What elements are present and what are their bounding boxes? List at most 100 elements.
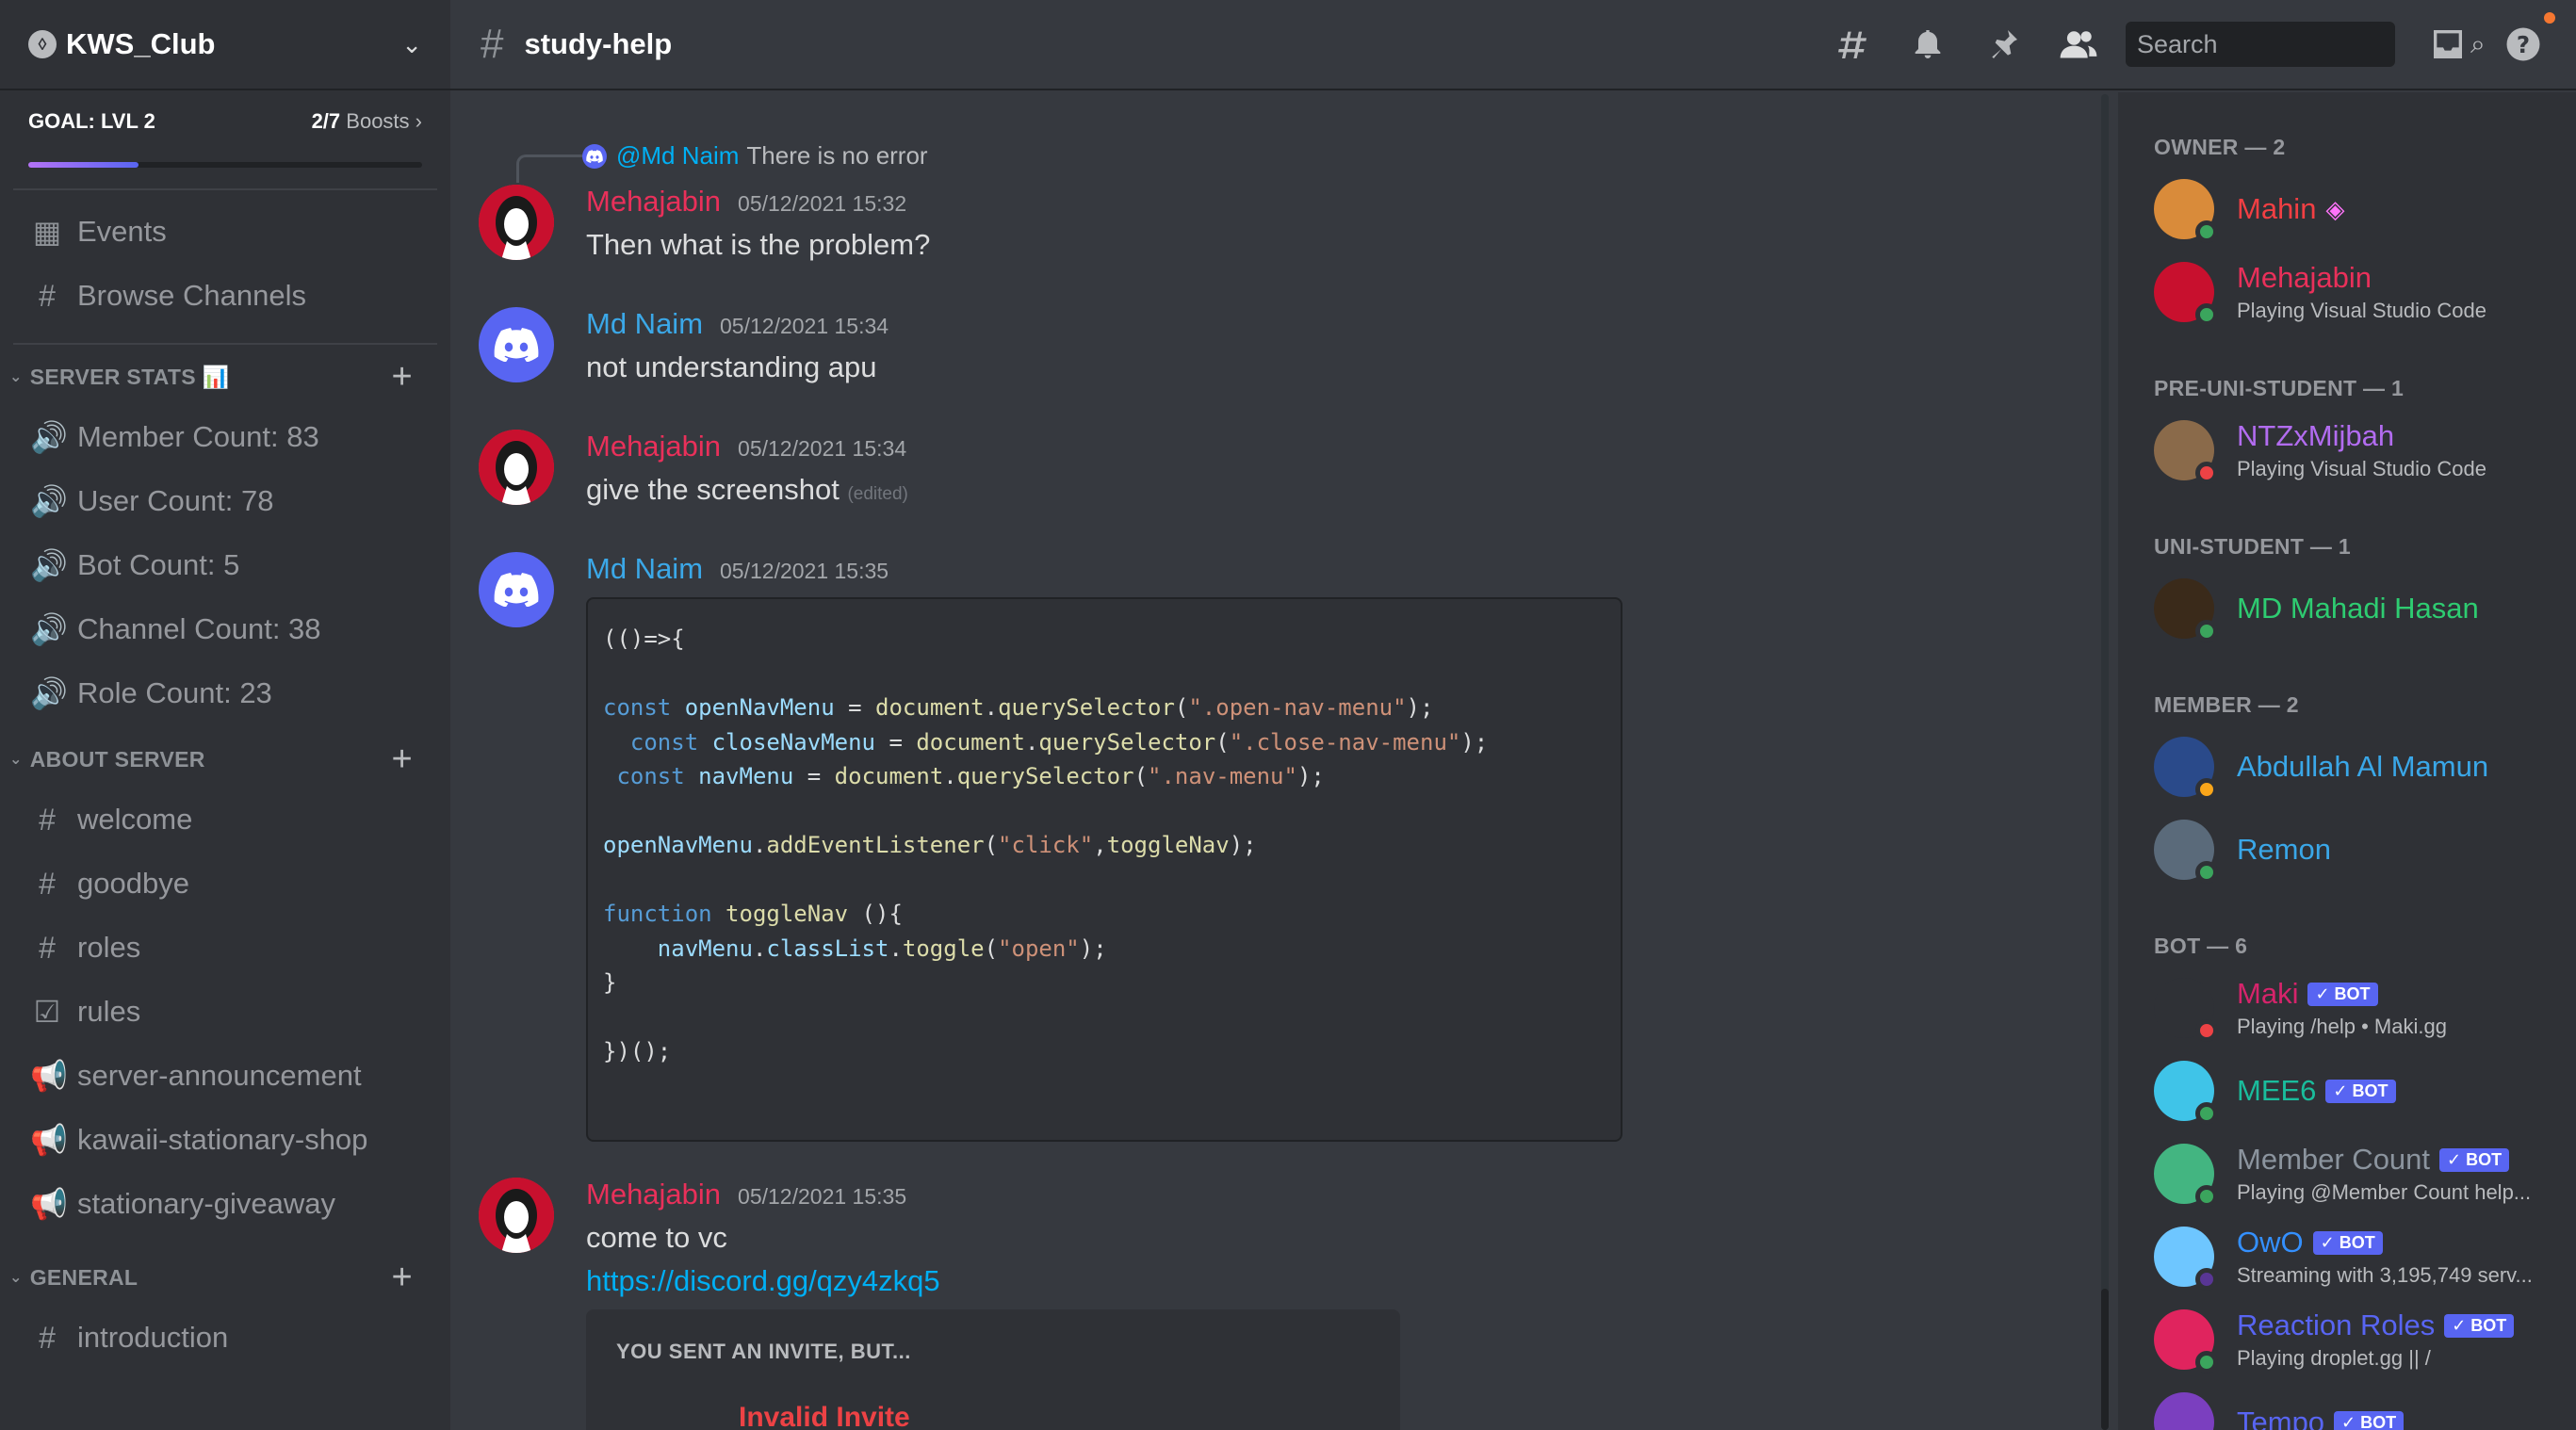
help-icon[interactable]: ?: [2501, 12, 2555, 67]
add-channel-icon[interactable]: +: [392, 739, 414, 780]
channel-label: roles: [77, 931, 141, 964]
search-input[interactable]: [2137, 29, 2470, 59]
bot-badge: ✓ BOT: [2444, 1313, 2515, 1338]
reply-text: There is no error: [746, 141, 928, 170]
avatar: [2154, 179, 2218, 243]
channel-item[interactable]: 🔊 Member Count: 83: [0, 405, 450, 469]
announcement-icon: 📢: [30, 1187, 68, 1221]
member-role-header: PRE-UNI-STUDENT — 1: [2154, 376, 2405, 400]
reply-mention[interactable]: @Md Naim: [616, 141, 739, 171]
member-item[interactable]: Member Count ✓ BOT Playing @Member Count h…: [2154, 1132, 2576, 1215]
server-header[interactable]: ◊ KWS_Club ⌄: [0, 0, 450, 90]
channel-item[interactable]: # goodbye: [0, 852, 450, 916]
member-info: OwO ✓ BOT Streaming with 3,195,749 serv...: [2237, 1226, 2533, 1288]
message: Mehajabin 05/12/2021 15:34 give the scree…: [479, 430, 2080, 507]
boost-count: 2/7 Boosts ›: [311, 109, 422, 133]
chevron-down-icon[interactable]: ⌄: [401, 30, 422, 59]
code-line: })();: [603, 1038, 672, 1064]
timestamp: 05/12/2021 15:32: [738, 191, 907, 216]
message-text: Then what is the problem?: [586, 228, 931, 261]
channel-item[interactable]: # roles: [0, 916, 450, 980]
timestamp: 05/12/2021 15:34: [738, 436, 907, 461]
member-item[interactable]: Mahin ◈: [2154, 168, 2576, 251]
server-name: KWS_Club: [66, 27, 216, 60]
avatar[interactable]: [479, 1178, 554, 1253]
channel-label: Role Count: 23: [77, 676, 272, 709]
channel-item[interactable]: 🔊 Role Count: 23: [0, 661, 450, 725]
username[interactable]: Mehajabin: [586, 185, 721, 219]
threads-icon[interactable]: [1830, 22, 1875, 67]
search-box[interactable]: ⌕: [2126, 22, 2486, 67]
member-info: Abdullah Al Mamun: [2237, 750, 2488, 784]
chevron-down-icon: ⌄: [9, 1270, 23, 1286]
username[interactable]: Mehajabin: [586, 430, 721, 463]
username[interactable]: Md Naim: [586, 307, 703, 341]
member-item[interactable]: Abdullah Al Mamun: [2154, 725, 2576, 808]
category-general[interactable]: ⌄ GENERAL +: [0, 1249, 450, 1306]
inbox-icon[interactable]: [2425, 22, 2470, 67]
member-name: Reaction Roles: [2237, 1308, 2436, 1341]
channel-item[interactable]: 🔊 Bot Count: 5: [0, 533, 450, 597]
browse-channels-label: Browse Channels: [77, 279, 306, 312]
member-item[interactable]: Mehajabin Playing Visual Studio Code: [2154, 251, 2576, 333]
category-about-server[interactable]: ⌄ ABOUT SERVER +: [0, 731, 450, 788]
members-icon[interactable]: [2056, 22, 2101, 67]
message: Md Naim 05/12/2021 15:35 (()=>{const open…: [479, 552, 2080, 1142]
text-channel-icon: #: [39, 1320, 56, 1355]
channel-item[interactable]: ☑ rules: [0, 980, 450, 1044]
member-item[interactable]: NTZxMijbah Playing Visual Studio Code: [2154, 409, 2576, 492]
chevron-down-icon: ⌄: [9, 369, 23, 385]
member-name-row: NTZxMijbah: [2237, 419, 2486, 453]
avatar[interactable]: [479, 430, 554, 505]
add-channel-icon[interactable]: +: [392, 1258, 414, 1298]
avatar[interactable]: [479, 185, 554, 260]
boost-goal[interactable]: GOAL: LVL 2 2/7 Boosts ›: [0, 90, 450, 188]
message: Mehajabin 05/12/2021 15:32 Then what is t…: [479, 185, 2080, 262]
channel-item[interactable]: 🔊 Channel Count: 38: [0, 597, 450, 661]
svg-text:?: ?: [2517, 31, 2530, 58]
channel-item[interactable]: # introduction: [0, 1306, 450, 1370]
avatar[interactable]: [479, 307, 554, 382]
member-item[interactable]: MEE6 ✓ BOT: [2154, 1049, 2576, 1132]
category-server-stats[interactable]: ⌄ SERVER STATS 📊 +: [0, 349, 450, 405]
pin-icon[interactable]: [1981, 22, 2026, 67]
member-item[interactable]: Reaction Roles ✓ BOT Playing droplet.gg ||…: [2154, 1298, 2576, 1381]
code-line: (()=>{: [603, 626, 685, 652]
category-label: GENERAL: [29, 1264, 139, 1290]
channel-item[interactable]: 🔊 User Count: 78: [0, 469, 450, 533]
code-block[interactable]: (()=>{const openNavMenu = document.query…: [586, 597, 1622, 1142]
member-item[interactable]: MD Mahadi Hasan: [2154, 567, 2576, 650]
member-info: NTZxMijbah Playing Visual Studio Code: [2237, 419, 2486, 481]
channel-item[interactable]: 📢 stationary-giveaway: [0, 1172, 450, 1236]
browse-channels-link[interactable]: # Browse Channels: [0, 264, 450, 328]
member-name: Mahin: [2237, 192, 2317, 225]
invite-link[interactable]: https://discord.gg/qzy4zkq5: [586, 1264, 2080, 1298]
member-item[interactable]: OwO ✓ BOT Streaming with 3,195,749 serv...: [2154, 1215, 2576, 1298]
text-channel-icon: #: [39, 866, 56, 901]
member-activity: Playing Visual Studio Code: [2237, 457, 2486, 480]
member-name-row: Maki ✓ BOT: [2237, 977, 2447, 1011]
channel-title: study-help: [524, 27, 673, 60]
chat-scrollbar[interactable]: [2101, 94, 2109, 1430]
member-item[interactable]: Tempo ✓ BOT: [2154, 1381, 2576, 1430]
channel-item[interactable]: 📢 kawaii-stationary-shop: [0, 1108, 450, 1172]
message: Mehajabin 05/12/2021 15:35 come to vc htt…: [479, 1178, 2080, 1430]
reply-preview[interactable]: @Md Naim There is no error: [582, 141, 928, 171]
username[interactable]: Mehajabin: [586, 1178, 721, 1211]
member-item[interactable]: Remon: [2154, 808, 2576, 891]
username[interactable]: Md Naim: [586, 552, 703, 586]
avatar: [2154, 820, 2218, 884]
channel-item[interactable]: # welcome: [0, 788, 450, 852]
channel-item[interactable]: 📢 server-announcement: [0, 1044, 450, 1108]
bell-icon[interactable]: [1905, 22, 1950, 67]
member-name: NTZxMijbah: [2237, 419, 2395, 452]
member-name-row: OwO ✓ BOT: [2237, 1226, 2533, 1259]
avatar[interactable]: [479, 552, 554, 627]
code-line: function toggleNav (){: [603, 901, 903, 927]
member-item[interactable]: Maki ✓ BOT Playing /help • Maki.gg: [2154, 967, 2576, 1049]
bot-badge: ✓ BOT: [2334, 1410, 2405, 1430]
events-link[interactable]: ▦ Events: [0, 200, 450, 264]
member-name: MEE6: [2237, 1074, 2317, 1107]
add-channel-icon[interactable]: +: [392, 357, 414, 398]
